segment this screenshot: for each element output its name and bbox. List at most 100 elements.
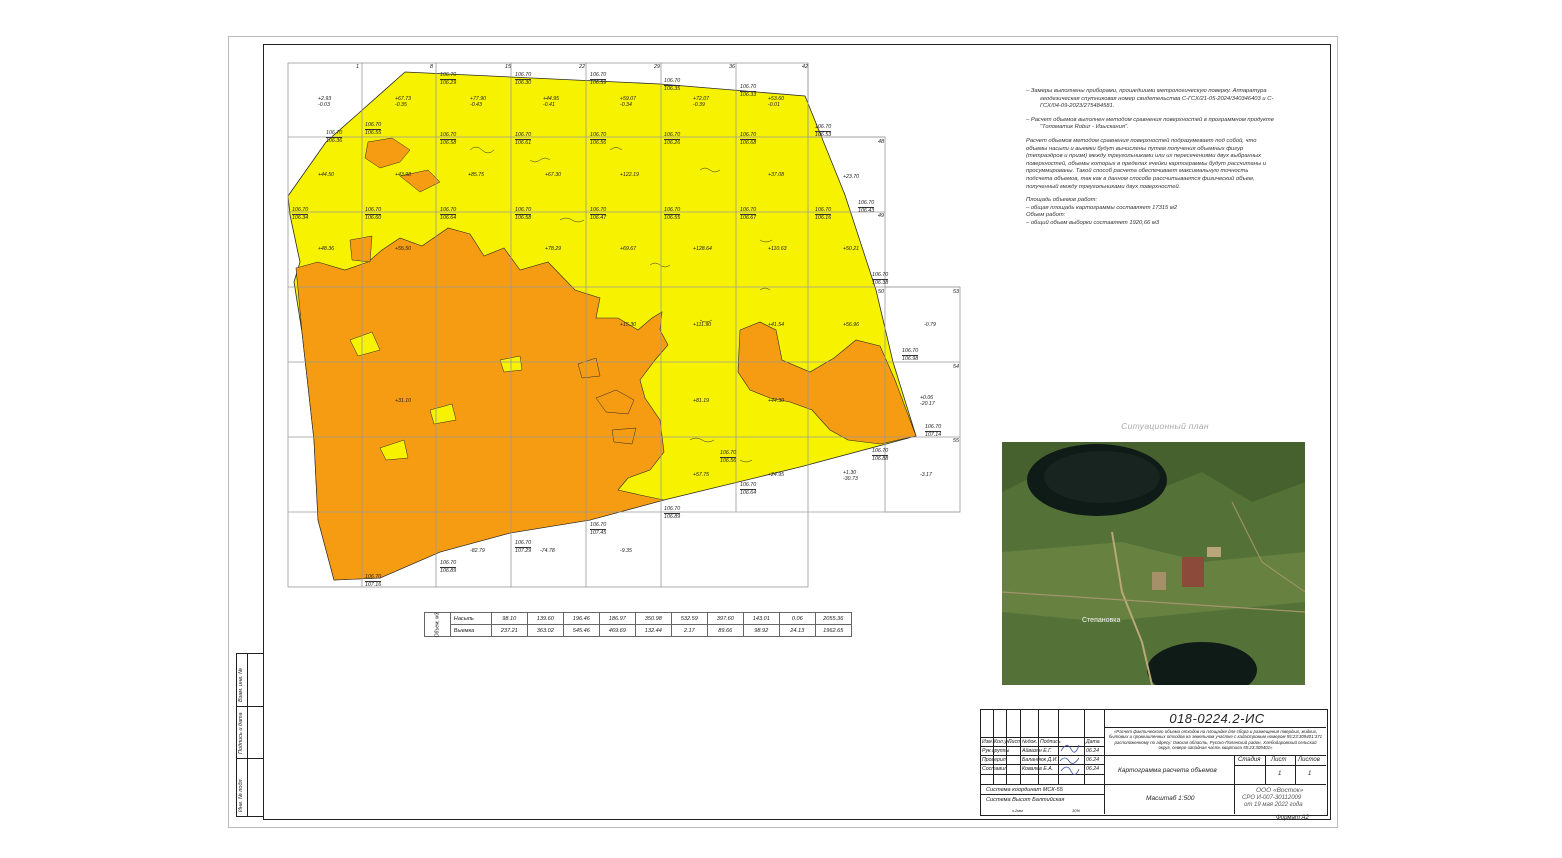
node-elevation: 106.70 106.47 [590, 207, 607, 221]
area-title: Площадь объемов работ: [1026, 197, 1098, 204]
node-elevation-bottom: 106.61 [515, 138, 532, 146]
node-elevation: 106.70 106.55 [664, 207, 681, 221]
node-elevation-bottom: 106.34 [292, 213, 309, 221]
node-elevation-top: 106.70 [590, 207, 607, 213]
node-elevation-top: 106.70 [515, 72, 532, 78]
cell-diff: +44.50 [318, 172, 335, 178]
node-elevation: 106.70 107.45 [590, 522, 607, 536]
cut-total: 1962.65 [814, 624, 852, 637]
cut-value: 545.46 [562, 624, 600, 637]
cell-diff: -0.41 [543, 102, 555, 108]
fill-value: 532.59 [670, 612, 708, 625]
cut-value: 2.17 [670, 624, 708, 637]
cut-value: 237.21 [490, 624, 528, 637]
node-elevation-top: 106.70 [872, 272, 889, 278]
node-elevation: 106.70 106.64 [440, 207, 457, 221]
node-elevation-top: 106.70 [515, 207, 532, 213]
node-elevation-bottom: 106.89 [664, 512, 681, 520]
node-elevation-top: 106.70 [740, 84, 757, 90]
node-elevation-bottom: 106.16 [815, 213, 832, 221]
node-elevation-bottom: 106.55 [365, 128, 382, 136]
cell-diff: +24.95 [768, 472, 785, 478]
node-elevation-bottom: 106.26 [664, 138, 681, 146]
side-stamp: Инв. № подл. Подпись и дата Взам. инв. № [236, 653, 264, 817]
cut-value: 89.66 [706, 624, 744, 637]
signatures-image [1059, 744, 1080, 775]
sign-date: 06.24 [1086, 766, 1099, 772]
cell-diff: +56.96 [843, 322, 860, 328]
cell-diff: +48.36 [318, 246, 335, 252]
node-elevation: 106.70 106.60 [365, 207, 382, 221]
cell-diff: -74.78 [540, 548, 555, 554]
role: Рук.группы [982, 748, 1010, 754]
cell-diff: +15.30 [620, 322, 637, 328]
sheet-title: Картограмма расчета объемов [1118, 767, 1217, 774]
fill-label: Насыпь [449, 612, 492, 625]
cut-value: 98.92 [742, 624, 780, 637]
node-elevation-bottom: 106.43 [858, 206, 875, 214]
node-elevation-bottom: 106.64 [440, 213, 457, 221]
node-elevation-top: 106.70 [720, 450, 737, 456]
situation-plan-image: Степановка [1002, 442, 1305, 685]
cell-diff: +85.75 [468, 172, 485, 178]
node-elevation-bottom: 106.36 [326, 136, 343, 144]
node-elevation-top: 106.70 [440, 132, 457, 138]
node-elevation-top: 106.70 [902, 348, 919, 354]
notes-block: – Замеры выполнены приборами, прошедшими… [1026, 88, 1274, 228]
cell-diff: +122.19 [620, 172, 639, 178]
node-elevation-top: 106.70 [815, 124, 832, 130]
node-elevation-bottom: 106.33 [740, 90, 757, 98]
coordinate-system: Система координат МСК-55 [986, 787, 1063, 793]
cell-diff: +55.50 [395, 246, 412, 252]
cell-diff: +57.75 [693, 472, 710, 478]
cell-diff: -9.35 [620, 548, 632, 554]
stage-header: Стадия [1238, 757, 1261, 763]
node-elevation-bottom: 106.56 [590, 138, 607, 146]
node-elevation-top: 106.70 [664, 132, 681, 138]
node-elevation-top: 106.70 [590, 132, 607, 138]
cell-diff: +37.08 [768, 172, 785, 178]
cut-label: Выемка [449, 624, 492, 637]
node-elevation: 106.70 106.88 [872, 448, 889, 462]
sign-date: 06.24 [1086, 757, 1099, 763]
node-elevation-bottom: 106.47 [590, 213, 607, 221]
node-elevation: 106.70 106.35 [664, 78, 681, 92]
cell-diff: +110.63 [768, 246, 787, 252]
sheet-format: Формат А2 [1276, 815, 1309, 821]
node-elevation-bottom: 106.30 [515, 78, 532, 86]
scale: Масштаб 1:500 [1146, 795, 1195, 802]
node-elevation-top: 106.70 [590, 72, 607, 78]
node-elevation-top: 106.70 [740, 482, 757, 488]
node-elevation-bottom: 106.89 [440, 566, 457, 574]
cell-diff: -0.79 [924, 322, 936, 328]
node-elevation-bottom: 107.29 [515, 546, 532, 554]
cell-diff: +43.98 [395, 172, 412, 178]
cell-diff: +50.21 [843, 246, 860, 252]
node-elevation-bottom: 106.60 [365, 213, 382, 221]
node-elevation-top: 106.70 [740, 132, 757, 138]
node-elevation-top: 106.70 [292, 207, 309, 213]
cell-diff: +31.10 [395, 398, 412, 404]
node-elevation-bottom: 106.64 [740, 488, 757, 496]
side-stamp-inv: Инв. № подл. [238, 777, 244, 812]
sheets-header: Листов [1298, 757, 1320, 763]
node-elevation-top: 106.70 [440, 207, 457, 213]
sheets-count: 1 [1308, 771, 1312, 777]
node-elevation-top: 106.70 [515, 540, 532, 546]
volume-table: Объем, м3 Насыпь 98.10 139.60 196.46 186… [424, 612, 852, 637]
header-doc: №док. [1022, 739, 1038, 745]
node-elevation-bottom: 106.55 [664, 213, 681, 221]
cut-value: 132.44 [634, 624, 672, 637]
node-elevation: 106.70 106.56 [590, 132, 607, 146]
node-elevation-top: 106.70 [365, 207, 382, 213]
node-elevation: 106.70 106.43 [858, 200, 875, 214]
node-elevation: 106.70 106.56 [720, 450, 737, 464]
fill-value: 196.46 [562, 612, 600, 625]
node-elevation-bottom: 106.67 [740, 213, 757, 221]
node-elevation: 106.70 107.29 [515, 540, 532, 554]
volume-item: – общий объем выборки составляет 1920,66… [1026, 219, 1160, 226]
fill-value: 98.10 [490, 612, 528, 625]
node-elevation-top: 106.70 [815, 207, 832, 213]
node-elevation: 106.70 106.89 [664, 506, 681, 520]
node-elevation-bottom: 106.53 [815, 130, 832, 138]
